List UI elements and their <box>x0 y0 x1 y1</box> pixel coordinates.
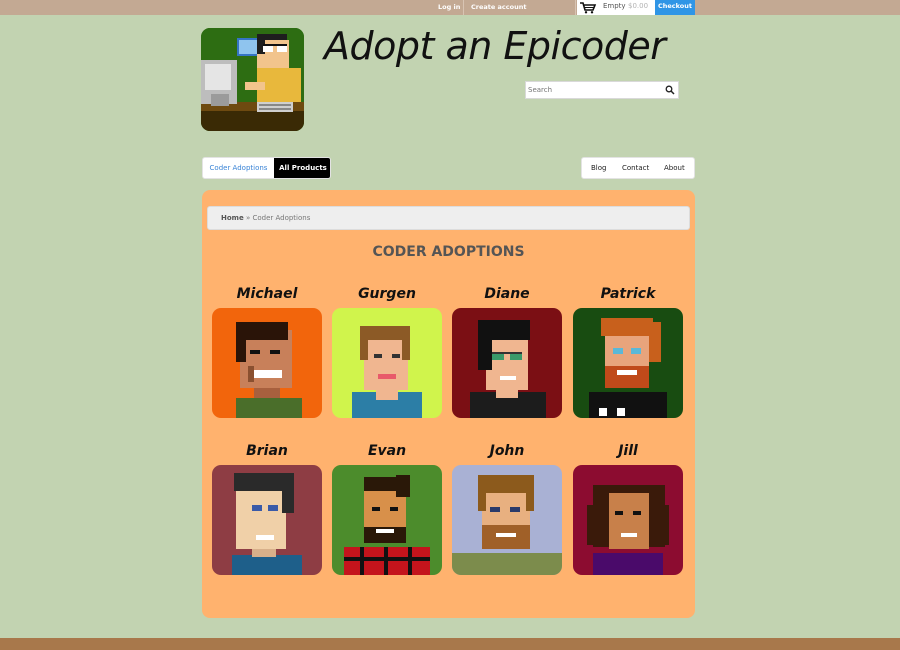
coder-name[interactable]: Michael <box>212 286 322 302</box>
pixel-portrait-image <box>452 465 562 575</box>
coder-portrait[interactable] <box>212 465 322 575</box>
top-bar: Log in Create account Empty $0.00 Checko… <box>0 0 900 15</box>
coder-name[interactable]: Brian <box>212 443 322 459</box>
breadcrumb-home[interactable]: Home <box>221 214 244 222</box>
breadcrumb-current: Coder Adoptions <box>252 214 311 222</box>
coder-portrait[interactable] <box>332 465 442 575</box>
coder-name[interactable]: Gurgen <box>332 286 442 302</box>
coder-portrait[interactable] <box>452 308 562 418</box>
search-icon[interactable] <box>665 85 675 95</box>
footer-bar <box>0 638 900 650</box>
pixel-portrait-image <box>212 465 322 575</box>
main-panel: Home » Coder Adoptions CODER ADOPTIONS M… <box>202 190 695 618</box>
nav-all-products[interactable]: All Products <box>274 158 330 178</box>
pixel-portrait-image <box>332 465 442 575</box>
nav-coder-adoptions[interactable]: Coder Adoptions <box>203 158 274 178</box>
coder-portrait[interactable] <box>452 465 562 575</box>
login-link[interactable]: Log in <box>438 3 460 11</box>
site-title: Adopt an Epicoder <box>324 24 666 68</box>
create-account-link[interactable]: Create account <box>471 3 526 11</box>
primary-nav: Coder Adoptions All Products <box>202 157 331 179</box>
coder-portrait[interactable] <box>332 308 442 418</box>
pixel-portrait-image <box>573 465 683 575</box>
coder-portrait[interactable] <box>573 465 683 575</box>
secondary-nav: Blog Contact About <box>581 157 695 179</box>
coder-name[interactable]: Diane <box>452 286 562 302</box>
pixel-portrait-image <box>212 308 322 418</box>
pixel-portrait-image <box>332 308 442 418</box>
coder-name[interactable]: Evan <box>332 443 442 459</box>
page-title: CODER ADOPTIONS <box>372 244 525 260</box>
cart-status: Empty <box>603 2 626 10</box>
nav-blog[interactable]: Blog <box>591 158 606 178</box>
coder-at-computer-logo <box>201 28 304 131</box>
coder-portrait[interactable] <box>573 308 683 418</box>
coder-name[interactable]: Jill <box>573 443 683 459</box>
pixel-portrait-image <box>452 308 562 418</box>
coder-name[interactable]: Patrick <box>573 286 683 302</box>
coder-portrait[interactable] <box>212 308 322 418</box>
pixel-portrait-image <box>573 308 683 418</box>
cart-widget[interactable]: Empty $0.00 <box>577 0 655 15</box>
search-box[interactable] <box>525 81 679 99</box>
breadcrumb: Home » Coder Adoptions <box>207 206 690 230</box>
nav-contact[interactable]: Contact <box>622 158 649 178</box>
coder-name[interactable]: John <box>452 443 562 459</box>
search-input[interactable] <box>528 83 658 97</box>
divider <box>575 0 576 15</box>
checkout-button[interactable]: Checkout <box>655 0 695 15</box>
cart-total: $0.00 <box>628 2 649 10</box>
nav-about[interactable]: About <box>664 158 685 178</box>
cart-icon <box>580 2 597 14</box>
divider <box>463 0 464 15</box>
site-logo[interactable] <box>201 28 304 131</box>
